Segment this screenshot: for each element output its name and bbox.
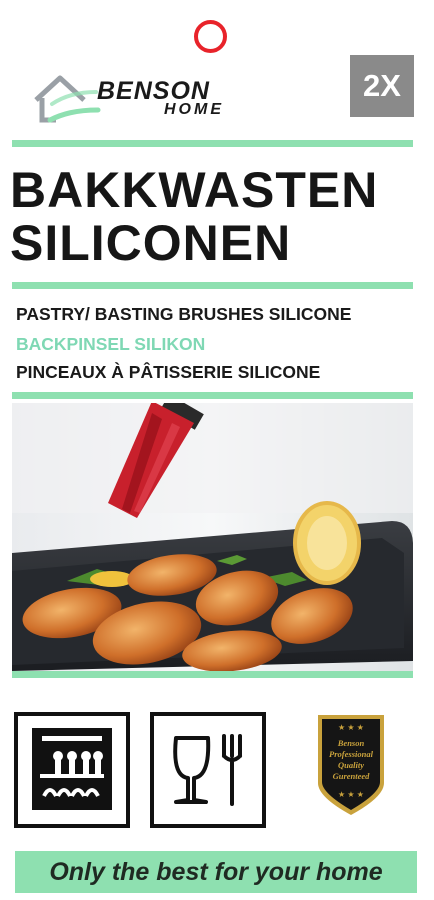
subtitle-german: BACKPINSEL SILIKON bbox=[16, 334, 206, 354]
quantity-badge: 2X bbox=[350, 55, 414, 117]
quality-line-4: Gurenteed bbox=[332, 771, 370, 781]
divider-title bbox=[12, 282, 413, 289]
hang-hole-icon bbox=[194, 20, 227, 53]
quality-shield-icon: ★ ★ ★ ★ ★ ★ Benson Professional Quality … bbox=[312, 713, 390, 817]
subtitle-french: PINCEAUX À PÂTISSERIE SILICONE bbox=[16, 362, 321, 382]
product-photo bbox=[12, 403, 413, 671]
divider-top bbox=[12, 140, 413, 147]
subtitle-english: PASTRY/ BASTING BRUSHES SILICONE bbox=[16, 304, 352, 324]
house-logo-icon bbox=[34, 75, 101, 123]
title-line-2: SILICONEN bbox=[10, 215, 292, 271]
dishwasher-safe-icon bbox=[14, 712, 130, 828]
divider-photo-bottom bbox=[12, 671, 413, 678]
quality-line-2: Professional bbox=[329, 749, 373, 759]
tagline: Only the best for your home bbox=[15, 851, 417, 893]
brand-name-bottom: HOME bbox=[164, 101, 224, 118]
title-line-1: BAKKWASTEN bbox=[10, 162, 379, 218]
svg-text:★ ★ ★: ★ ★ ★ bbox=[338, 723, 364, 732]
quality-line-3: Quality bbox=[338, 760, 364, 770]
svg-text:★ ★ ★: ★ ★ ★ bbox=[338, 790, 364, 799]
quality-line-1: Benson bbox=[337, 738, 365, 748]
divider-photo-top bbox=[12, 392, 413, 399]
food-safe-icon bbox=[150, 712, 266, 828]
